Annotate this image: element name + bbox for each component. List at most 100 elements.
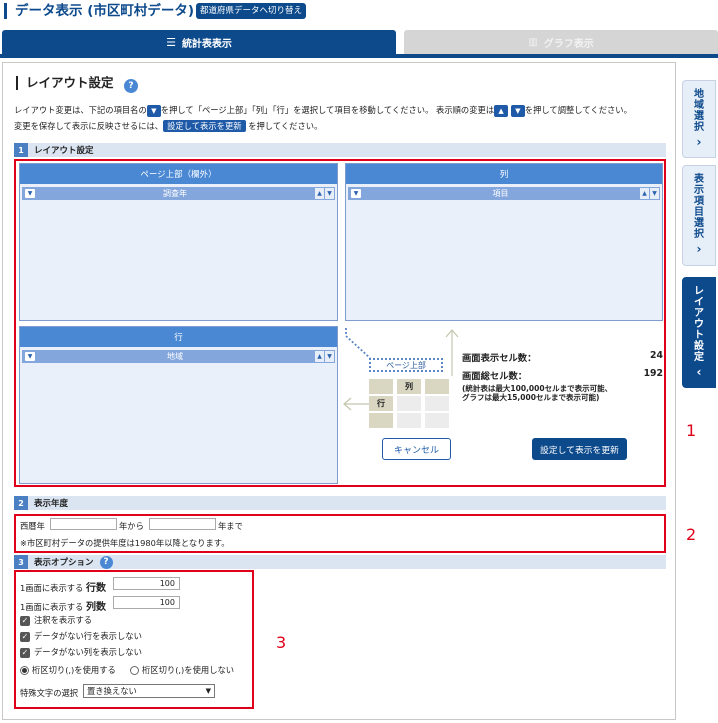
grid-cell <box>397 413 421 428</box>
side-tab-label: 表示項目選択 <box>694 174 704 240</box>
section-header-year: 2 表示年度 <box>14 496 666 510</box>
grid-cell <box>369 379 393 394</box>
zone-header: ページ上部（欄外） <box>20 164 337 184</box>
dropdown-icon: ▼ <box>146 104 161 117</box>
year-from-input[interactable] <box>50 518 117 530</box>
section-header-options: 3 表示オプション ? <box>14 555 666 569</box>
side-tab-label: 地域選択 <box>694 89 704 133</box>
side-tab-region[interactable]: 地域選択 › <box>682 80 716 158</box>
year-note: ※市区町村データの提供年度は1980年以降となります。 <box>20 538 230 548</box>
total-cell-label: 画面総セル数： <box>462 371 528 382</box>
chevron-right-icon: › <box>696 135 702 149</box>
chevron-right-icon: › <box>696 242 702 256</box>
rows-per-page-input[interactable]: 100 <box>113 577 180 590</box>
cols-per-page-input[interactable]: 100 <box>113 596 180 609</box>
special-char-label: 特殊文字の選択 <box>20 688 79 698</box>
down-arrow-icon[interactable]: ▼ <box>650 188 659 199</box>
dropdown-icon[interactable]: ▼ <box>351 189 361 198</box>
section-title: 表示年度 <box>34 499 69 509</box>
tab-underline <box>0 54 718 58</box>
up-arrow-icon[interactable]: ▲ <box>315 188 324 199</box>
desc-text: を押して「ページ上部」「列」「行」を選択して項目を移動してください。 表示順の変… <box>160 105 495 115</box>
year-to-suffix: 年まで <box>218 521 243 531</box>
diagram-page-top: ページ上部 <box>369 358 443 372</box>
screen-cell-label: 画面表示セル数： <box>462 353 537 364</box>
page-title: データ表示 (市区町村データ) <box>4 3 194 19</box>
section-header-layout: 1 レイアウト設定 <box>14 143 666 157</box>
item-label: 調査年 <box>163 189 187 198</box>
layout-description-line1: レイアウト変更は、下記の項目名の ▼ を押して「ページ上部」「列」「行」を選択して項… <box>14 104 632 117</box>
total-cell-value: 192 <box>643 368 663 379</box>
diagram-column: 列 <box>397 379 421 394</box>
checkbox-hide-empty-rows[interactable]: ✓ データがない行を表示しない <box>20 630 142 642</box>
item-survey-year[interactable]: ▼ 調査年 ▲ ▼ <box>22 187 335 200</box>
side-tab-label: レイアウト設定 <box>694 286 704 363</box>
radio-label: 桁区切り(,)を使用しない <box>142 665 235 675</box>
chevron-left-icon: ‹ <box>696 365 702 379</box>
cancel-button[interactable]: キャンセル <box>382 438 451 460</box>
zone-column: 列 ▼ 項目 ▲ ▼ <box>345 163 663 321</box>
grid-cell <box>425 413 449 428</box>
checkbox-hide-empty-cols[interactable]: ✓ データがない列を表示しない <box>20 646 142 658</box>
side-tab-layout[interactable]: レイアウト設定 ‹ <box>682 277 716 388</box>
section-number: 2 <box>14 496 28 510</box>
bar-chart-icon: ▥ <box>528 36 538 48</box>
desc-text: を押して調整してください。 <box>524 105 632 115</box>
radio-no-separator[interactable]: 桁区切り(,)を使用しない <box>130 664 234 676</box>
help-icon[interactable]: ? <box>124 79 138 93</box>
item-category[interactable]: ▼ 項目 ▲ ▼ <box>348 187 660 200</box>
label-emphasis: 列数 <box>86 602 106 613</box>
annotation-number: 3 <box>276 633 287 652</box>
diagram-row: 行 <box>369 396 393 411</box>
annotation-number: 1 <box>686 421 697 440</box>
checkbox-annotation[interactable]: ✓ 注釈を表示する <box>20 614 92 626</box>
help-icon[interactable]: ? <box>99 555 113 569</box>
note-line: (統計表は最大100,000セルまで表示可能、 <box>462 384 613 393</box>
layout-description-line2: 変更を保存して表示に反映させるには、 設定して表示を更新 を押してください。 <box>14 120 322 132</box>
zone-row: 行 ▼ 地域 ▲ ▼ <box>19 326 338 484</box>
down-arrow-icon[interactable]: ▼ <box>325 351 334 362</box>
select-value: 置き換えない <box>87 686 137 696</box>
section-title: レイアウト設定 <box>34 146 94 156</box>
up-arrow-icon <box>445 329 459 376</box>
checkbox-checked-icon[interactable]: ✓ <box>20 647 30 658</box>
tab-graph[interactable]: ▥ グラフ表示 <box>404 30 718 54</box>
radio-use-separator[interactable]: 桁区切り(,)を使用する <box>20 664 116 676</box>
up-arrow-icon[interactable]: ▲ <box>640 188 649 199</box>
special-char-select[interactable]: 置き換えない ▼ <box>83 684 215 698</box>
up-arrow-icon[interactable]: ▲ <box>315 351 324 362</box>
item-region[interactable]: ▼ 地域 ▲ ▼ <box>22 350 335 363</box>
down-arrow-icon[interactable]: ▼ <box>325 188 334 199</box>
rows-per-page-label: 1画面に表示する 行数 <box>20 579 106 594</box>
radio-selected-icon[interactable] <box>20 666 29 675</box>
dotted-arrow <box>345 328 371 359</box>
grid-cell <box>425 379 449 394</box>
radio-unselected-icon[interactable] <box>130 666 139 675</box>
zone-header: 行 <box>20 327 337 347</box>
section-number: 1 <box>14 143 28 157</box>
desc-text: 変更を保存して表示に反映させるには、 <box>14 121 164 131</box>
tab-graph-label: グラフ表示 <box>543 38 594 50</box>
checkbox-label: 注釈を表示する <box>34 615 93 625</box>
radio-label: 桁区切り(,)を使用する <box>32 665 116 675</box>
item-label: 項目 <box>492 189 509 198</box>
checkbox-checked-icon[interactable]: ✓ <box>20 615 30 626</box>
layout-section-title: レイアウト設定 <box>16 76 114 90</box>
switch-prefecture-button[interactable]: 都道府県データへ切り替え <box>196 3 307 19</box>
grid-cell <box>369 413 393 428</box>
side-tab-items[interactable]: 表示項目選択 › <box>682 165 716 266</box>
checkbox-checked-icon[interactable]: ✓ <box>20 631 30 642</box>
year-to-input[interactable] <box>149 518 216 530</box>
screen-cell-value: 24 <box>650 350 663 361</box>
era-label: 西暦年 <box>20 521 45 531</box>
label-text: 1画面に表示する <box>20 602 84 612</box>
dropdown-icon[interactable]: ▼ <box>25 189 35 198</box>
tab-stats-table[interactable]: ☰ 統計表表示 <box>2 30 396 54</box>
chevron-down-icon: ▼ <box>205 687 211 695</box>
grid-cell <box>397 396 421 411</box>
dropdown-icon[interactable]: ▼ <box>25 352 35 361</box>
label-text: 1画面に表示する <box>20 583 84 593</box>
desc-text: を押してください。 <box>248 121 323 131</box>
apply-settings-button[interactable]: 設定して表示を更新 <box>532 438 627 460</box>
apply-button-reference: 設定して表示を更新 <box>163 120 246 132</box>
